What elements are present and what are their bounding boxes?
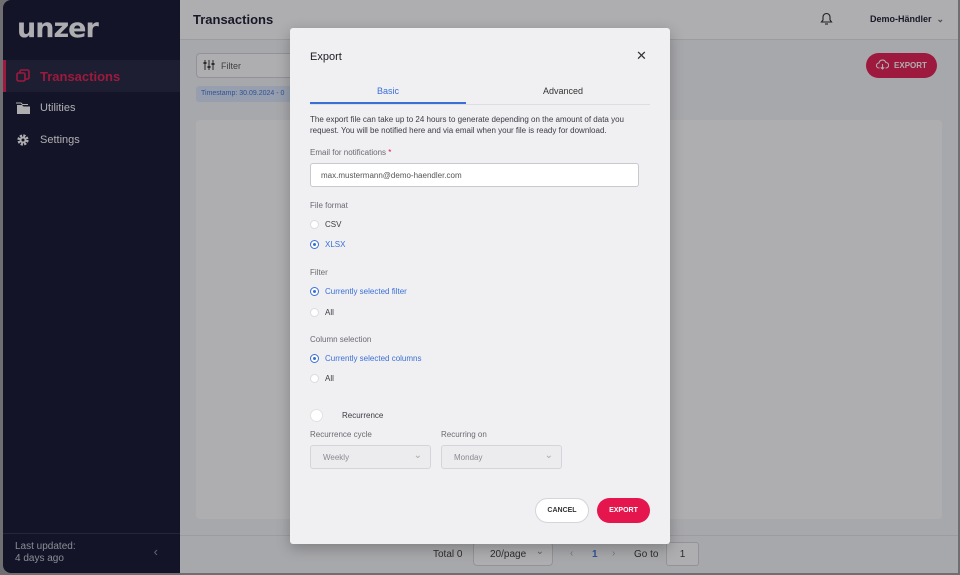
- confirm-export-button[interactable]: EXPORT: [597, 498, 650, 523]
- export-dialog: Export ✕ Basic Advanced The export file …: [290, 28, 670, 544]
- column-selection-label: Column selection: [310, 335, 372, 344]
- tab-advanced[interactable]: Advanced: [485, 86, 641, 96]
- recurrence-cycle-select[interactable]: Weekly ⌄: [310, 445, 431, 469]
- radio-circle: [310, 308, 319, 317]
- radio-label: Currently selected filter: [325, 287, 407, 296]
- radio-label: All: [325, 308, 334, 317]
- active-tab-indicator: [310, 102, 466, 104]
- radio-all-columns[interactable]: All: [310, 374, 334, 383]
- radio-circle: [310, 287, 319, 296]
- radio-circle: [310, 240, 319, 249]
- recurrence-cycle-label: Recurrence cycle: [310, 430, 372, 439]
- radio-label: CSV: [325, 220, 342, 229]
- radio-csv[interactable]: CSV: [310, 220, 341, 229]
- recurrence-cycle-value: Weekly: [323, 453, 350, 462]
- recurrence-label: Recurrence: [342, 411, 384, 420]
- radio-circle: [310, 354, 319, 363]
- cancel-button[interactable]: CANCEL: [535, 498, 589, 523]
- filter-label: Filter: [310, 268, 328, 277]
- recurrence-toggle[interactable]: [310, 409, 323, 422]
- radio-selected-columns[interactable]: Currently selected columns: [310, 354, 421, 363]
- export-description: The export file can take up to 24 hours …: [310, 115, 624, 135]
- dialog-title: Export: [310, 51, 342, 63]
- radio-label: Currently selected columns: [325, 354, 422, 363]
- email-field[interactable]: [310, 163, 639, 187]
- radio-label: All: [325, 374, 334, 383]
- radio-circle: [310, 374, 319, 383]
- file-format-label: File format: [310, 201, 348, 210]
- recurring-on-label: Recurring on: [441, 430, 487, 439]
- email-label: Email for notifications *: [310, 148, 391, 157]
- radio-selected-filter[interactable]: Currently selected filter: [310, 287, 407, 296]
- email-label-text: Email for notifications: [310, 148, 387, 157]
- radio-xlsx[interactable]: XLSX: [310, 240, 345, 249]
- radio-label: XLSX: [325, 240, 346, 249]
- tabs-divider: [310, 104, 650, 105]
- recurring-on-select[interactable]: Monday ⌄: [441, 445, 562, 469]
- close-icon[interactable]: ✕: [636, 49, 647, 62]
- radio-circle: [310, 220, 319, 229]
- required-mark: *: [388, 148, 392, 157]
- tab-basic[interactable]: Basic: [310, 86, 466, 96]
- chevron-down-icon: ⌄: [544, 450, 553, 461]
- chevron-down-icon: ⌄: [413, 450, 422, 461]
- recurring-on-value: Monday: [454, 453, 483, 462]
- radio-all-filter[interactable]: All: [310, 308, 334, 317]
